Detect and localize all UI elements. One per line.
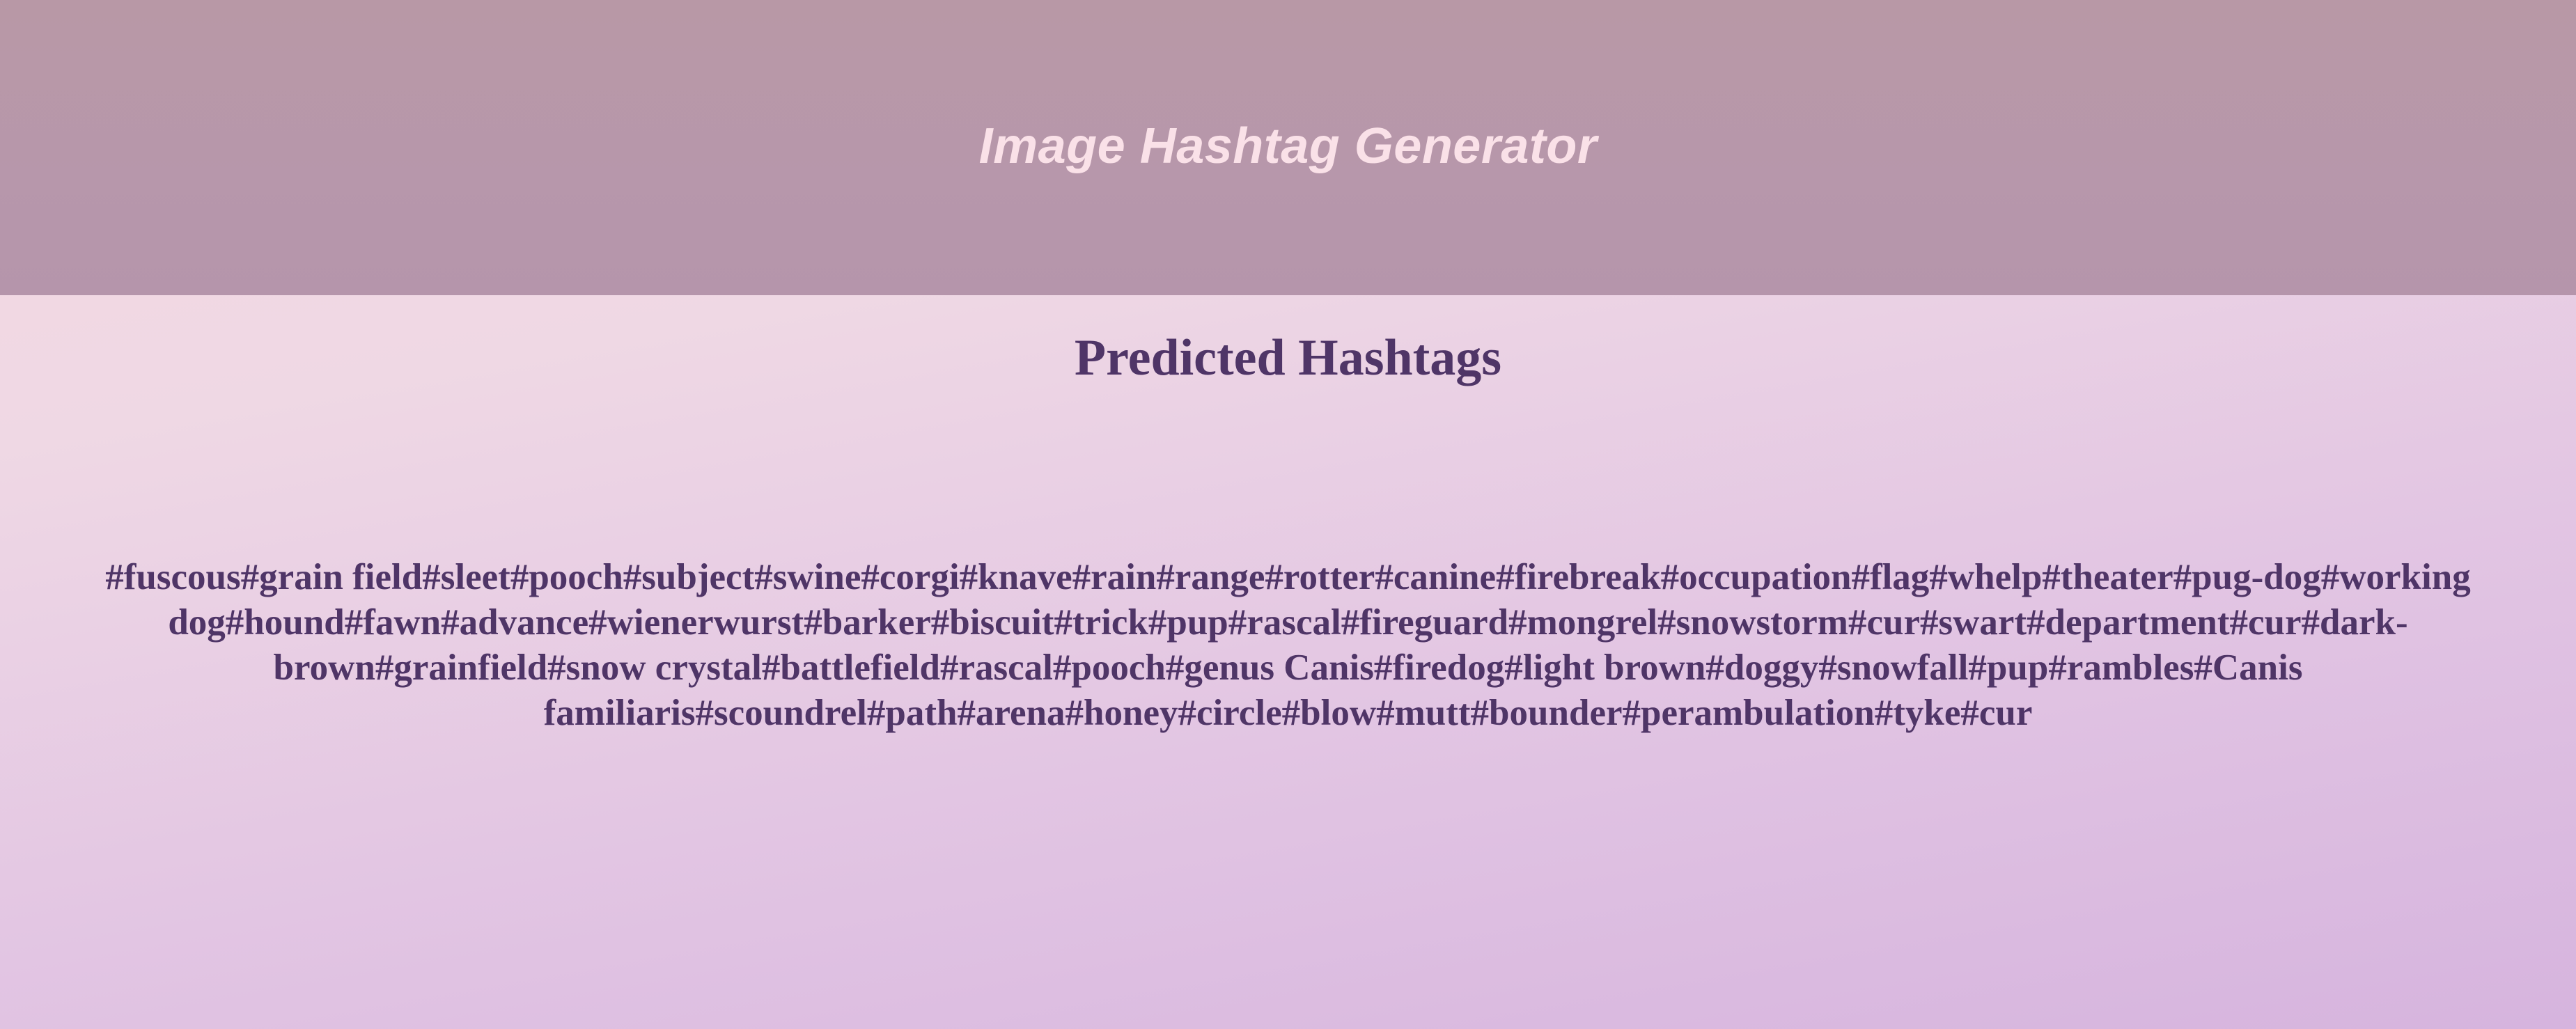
hashtag-item: #perambulation bbox=[1622, 693, 1875, 733]
hashtag-item: #pup bbox=[1968, 647, 2049, 688]
hashtag-item: #trick bbox=[1054, 602, 1148, 643]
hashtag-item: #hound bbox=[225, 602, 345, 643]
app-header: Image Hashtag Generator bbox=[0, 0, 2576, 295]
hashtag-item: #scoundrel bbox=[695, 693, 867, 733]
hashtag-item: #battlefield bbox=[761, 647, 940, 688]
hashtag-item: #sleet bbox=[422, 557, 510, 597]
hashtag-item: #circle bbox=[1178, 693, 1282, 733]
app-title: Image Hashtag Generator bbox=[978, 118, 1598, 174]
hashtag-item: #snowfall bbox=[1818, 647, 1969, 688]
hashtag-item: #doggy bbox=[1705, 647, 1819, 688]
hashtag-item: #advance bbox=[441, 602, 589, 643]
hashtag-item: #canine bbox=[1375, 557, 1497, 597]
hashtag-item: #occupation bbox=[1660, 557, 1852, 597]
hashtag-item: #range bbox=[1156, 557, 1265, 597]
hashtag-item: #snowstorm bbox=[1657, 602, 1848, 643]
hashtag-item: #biscuit bbox=[930, 602, 1054, 643]
hashtag-item: #barker bbox=[804, 602, 931, 643]
hashtag-item: #cur bbox=[1848, 602, 1920, 643]
hashtag-item: #pug-dog bbox=[2173, 557, 2321, 597]
hashtag-item: #rascal bbox=[939, 647, 1053, 688]
hashtag-item: #grain field bbox=[240, 557, 423, 597]
hashtag-item: #tyke bbox=[1874, 693, 1961, 733]
hashtag-item: #rambles bbox=[2048, 647, 2194, 688]
hashtag-item: #bounder bbox=[1470, 693, 1623, 733]
hashtag-item: #pooch bbox=[510, 557, 623, 597]
hashtag-item: #genus Canis bbox=[1165, 647, 1374, 688]
hashtag-item: #grainfield bbox=[375, 647, 548, 688]
hashtag-list: #fuscous#grain field#sleet#pooch#subject… bbox=[0, 555, 2576, 736]
hashtag-item: #swine bbox=[754, 557, 861, 597]
hashtag-item: #light brown bbox=[1504, 647, 1706, 688]
hashtag-item: #cur bbox=[2229, 602, 2302, 643]
hashtag-item: #honey bbox=[1065, 693, 1178, 733]
hashtag-item: #pooch bbox=[1052, 647, 1166, 688]
hashtag-item: #fawn bbox=[344, 602, 442, 643]
predicted-hashtags-heading: Predicted Hashtags bbox=[1074, 329, 1502, 386]
hashtag-item: #mongrel bbox=[1508, 602, 1658, 643]
hashtag-item: #rotter bbox=[1265, 557, 1375, 597]
hashtag-item: #firedog bbox=[1373, 647, 1505, 688]
hashtag-item: #firebreak bbox=[1496, 557, 1661, 597]
hashtag-item: #arena bbox=[957, 693, 1065, 733]
hashtag-item: #department bbox=[2027, 602, 2230, 643]
hashtag-item: #flag bbox=[1851, 557, 1930, 597]
hashtag-item: #wienerwurst bbox=[588, 602, 804, 643]
hashtag-item: #knave bbox=[959, 557, 1072, 597]
hashtag-item: #cur bbox=[1960, 693, 2033, 733]
hashtag-item: #path bbox=[866, 693, 958, 733]
hashtag-item: #fuscous bbox=[105, 557, 241, 597]
hashtag-item: #theater bbox=[2042, 557, 2173, 597]
hashtag-item: #blow bbox=[1281, 693, 1377, 733]
hashtag-item: #corgi bbox=[861, 557, 960, 597]
hashtag-item: #whelp bbox=[1929, 557, 2043, 597]
hashtag-item: #pup bbox=[1148, 602, 1228, 643]
hashtag-item: #mutt bbox=[1376, 693, 1471, 733]
hashtag-item: #swart bbox=[1919, 602, 2027, 643]
hashtag-item: #rascal bbox=[1228, 602, 1341, 643]
hashtag-item: #snow crystal bbox=[547, 647, 762, 688]
hashtag-item: #rain bbox=[1072, 557, 1157, 597]
hashtag-item: #fireguard bbox=[1341, 602, 1509, 643]
hashtag-item: #subject bbox=[623, 557, 755, 597]
